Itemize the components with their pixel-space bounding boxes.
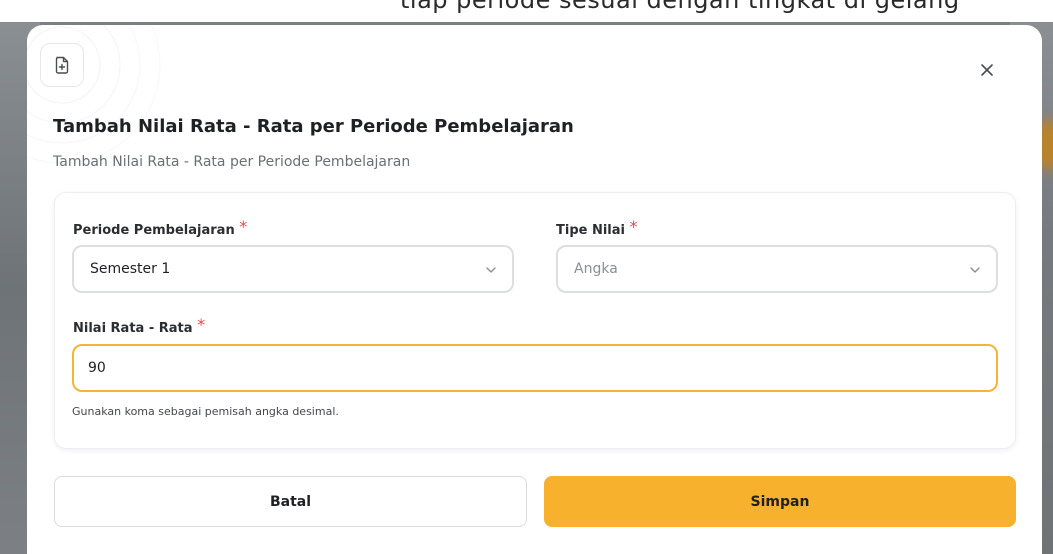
close-button[interactable] — [975, 58, 999, 82]
add-average-score-modal: Tambah Nilai Rata - Rata per Periode Pem… — [27, 25, 1042, 554]
required-mark: * — [197, 315, 206, 334]
chevron-down-icon — [486, 267, 496, 273]
form-card: Periode Pembelajaran * Semester 1 Tipe N… — [54, 192, 1016, 449]
required-mark: * — [239, 217, 248, 236]
periode-select-value: Semester 1 — [90, 261, 171, 277]
tipe-select-value: Angka — [574, 261, 618, 277]
nilai-label: Nilai Rata - Rata * — [73, 315, 205, 336]
modal-title: Tambah Nilai Rata - Rata per Periode Pem… — [53, 116, 574, 137]
tipe-select[interactable]: Angka — [556, 245, 998, 293]
periode-label: Periode Pembelajaran * — [73, 217, 247, 238]
tipe-label: Tipe Nilai * — [556, 217, 638, 238]
tipe-label-text: Tipe Nilai — [556, 223, 625, 238]
background-heading: tiap periode sesuai dengan tingkat di ge… — [400, 0, 960, 14]
nilai-label-text: Nilai Rata - Rata — [73, 321, 193, 336]
cancel-button[interactable]: Batal — [54, 476, 527, 527]
periode-select[interactable]: Semester 1 — [72, 245, 514, 293]
nilai-helper-text: Gunakan koma sebagai pemisah angka desim… — [72, 405, 339, 418]
file-plus-icon — [40, 43, 84, 87]
nilai-input[interactable] — [72, 344, 998, 392]
periode-label-text: Periode Pembelajaran — [73, 223, 235, 238]
required-mark: * — [629, 217, 638, 236]
save-button[interactable]: Simpan — [544, 476, 1016, 527]
chevron-down-icon — [970, 267, 980, 273]
close-icon — [981, 64, 993, 76]
modal-subtitle: Tambah Nilai Rata - Rata per Periode Pem… — [53, 154, 411, 170]
